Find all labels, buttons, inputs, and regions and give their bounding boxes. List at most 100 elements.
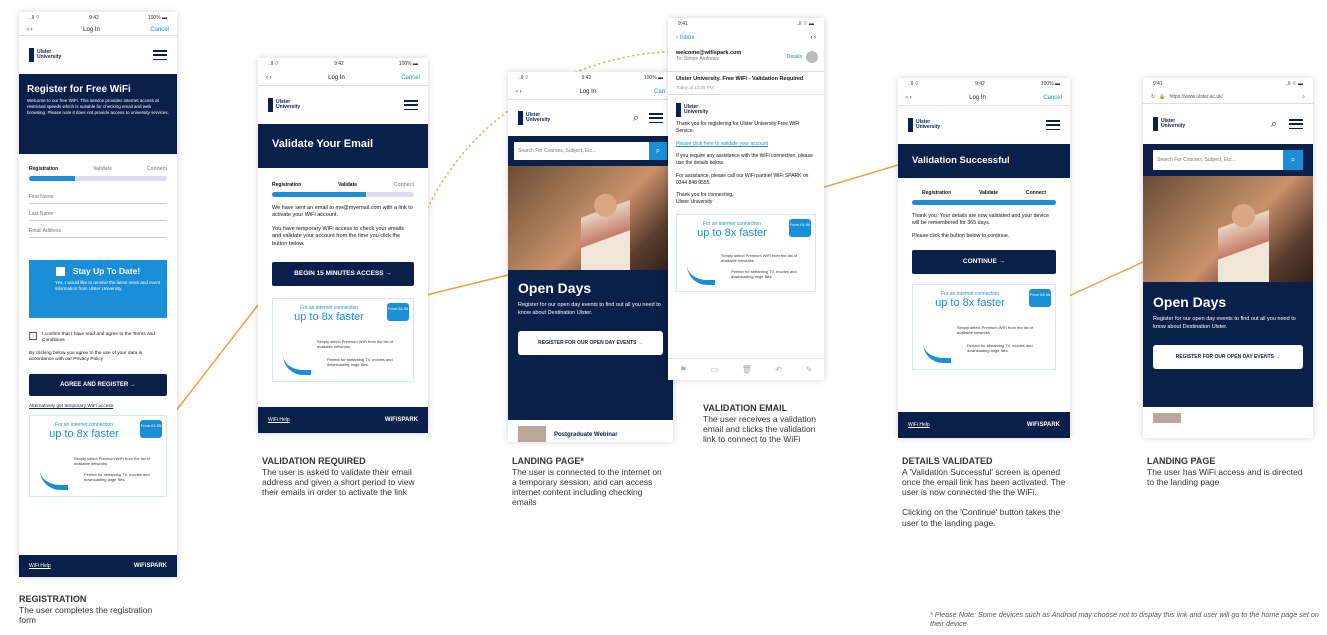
- tab-connect: Connect: [146, 166, 167, 172]
- ulster-logo[interactable]: Ulster University: [1153, 117, 1191, 131]
- search-icon[interactable]: ⌕: [1271, 118, 1277, 131]
- search-icon[interactable]: ⌕: [633, 112, 639, 125]
- premium-wifi-ad[interactable]: For an internet connection up to 8x fast…: [29, 414, 167, 497]
- cancel-button[interactable]: Cancel: [150, 27, 169, 33]
- reload-icon[interactable]: ↻: [1151, 94, 1155, 100]
- menu-icon[interactable]: [404, 100, 418, 110]
- inbox-back-button[interactable]: ‹ Inbox: [676, 35, 694, 41]
- flag-icon[interactable]: ⚑: [680, 365, 687, 374]
- caption-validation-email: VALIDATION EMAIL The user receives a val…: [703, 403, 816, 445]
- email-subject-block: Ulster University. Free WiFi - Validatio…: [668, 72, 824, 96]
- cancel-button[interactable]: Cancel: [401, 75, 420, 81]
- search-icon[interactable]: ⌕: [649, 142, 667, 160]
- search-icon[interactable]: ⌕: [1283, 150, 1303, 170]
- price-badge: From £4.95: [140, 419, 162, 438]
- search-input[interactable]: Search For Courses, Subject, Etc...: [514, 142, 649, 160]
- caption-registration: REGISTRATION The user completes the regi…: [19, 594, 153, 625]
- status-bar: ..ll ⌔ 9:42 100% ▬: [19, 12, 177, 24]
- email-date: Today at 12:05 PM: [676, 85, 714, 91]
- ulster-logo[interactable]: Ulster University: [908, 118, 946, 132]
- search-input[interactable]: Search For Courses, Subject, Etc...: [1153, 150, 1283, 170]
- page-title: Validation Successful: [912, 155, 1010, 166]
- menu-icon[interactable]: [649, 113, 663, 123]
- wifispark-logo: WiFiSPARK: [384, 417, 418, 423]
- wifi-help-link[interactable]: WiFi Help: [268, 417, 290, 423]
- status-bar: ..ll ⌔ 9:42 100% ▬: [908, 81, 1060, 87]
- continue-button[interactable]: CONTINUE →: [912, 250, 1056, 275]
- webinar-card[interactable]: Postgraduate Webinar: [508, 420, 673, 442]
- open-days-title: Open Days: [1153, 294, 1227, 310]
- terms-checkbox[interactable]: [29, 332, 37, 340]
- register-open-day-button[interactable]: REGISTER FOR OUR OPEN DAY EVENTS →: [1153, 345, 1303, 370]
- open-days-panel: Open Days Register for our open day even…: [508, 270, 673, 420]
- open-days-text: Register for our open day events to find…: [1153, 316, 1296, 330]
- nav-title: Log In: [579, 88, 597, 95]
- begin-access-button[interactable]: BEGIN 15 MINUTES ACCESS →: [272, 262, 414, 287]
- menu-icon[interactable]: [153, 50, 167, 60]
- price-badge: From £4.95: [387, 303, 409, 322]
- page-title: Register for Free WiFi: [27, 84, 131, 95]
- menu-icon[interactable]: [1046, 120, 1060, 130]
- url-text[interactable]: https://www.ulster.ac.uk/: [1169, 94, 1223, 100]
- compose-icon[interactable]: ✎: [805, 365, 812, 374]
- nav-title: Log In: [83, 26, 100, 33]
- browser-navbar: ‹ › Log In Cancel: [258, 70, 428, 86]
- nav-arrows[interactable]: ‹ ›: [266, 75, 272, 81]
- course-search[interactable]: Search For Courses, Subject, Etc... ⌕: [514, 142, 667, 160]
- register-open-day-button[interactable]: REGISTER FOR OUR OPEN DAY EVENTS →: [518, 331, 663, 356]
- open-days-title: Open Days: [518, 280, 592, 296]
- site-header: Ulster University ⌕: [1143, 104, 1313, 144]
- content-card[interactable]: [1143, 407, 1313, 429]
- premium-wifi-ad[interactable]: For an internet connection up to 8x fast…: [676, 213, 816, 292]
- wifi-help-link[interactable]: WiFi Help: [908, 422, 930, 428]
- promo-description: Yes, I would like to receive the latest …: [55, 280, 161, 291]
- wifi-help-link[interactable]: WiFi Help: [29, 563, 51, 569]
- newsletter-checkbox[interactable]: [55, 266, 65, 276]
- wifi-swoosh-icon: [687, 265, 715, 285]
- ulster-logo[interactable]: Ulster University: [29, 48, 67, 62]
- step-tabs: Registration Validate Connect: [258, 182, 428, 188]
- privacy-text: By clicking below you agree to the use o…: [29, 350, 143, 363]
- cancel-button[interactable]: Can: [654, 89, 665, 95]
- premium-wifi-ad[interactable]: For an internet connection up to 8x fast…: [272, 298, 414, 383]
- email-sender: welcome@wifispark.com To: Simon Andrews …: [668, 46, 824, 72]
- status-bar: 9:41 ..ll ⌔ ▬: [678, 21, 814, 27]
- agree-register-button[interactable]: AGREE AND REGISTER →: [29, 373, 167, 396]
- lock-icon: 🔒: [1159, 93, 1166, 100]
- tab-validate: Validate: [93, 166, 113, 172]
- newsletter-promo[interactable]: Stay Up To Date! Yes, I would like to re…: [29, 260, 167, 318]
- ulster-logo[interactable]: Ulster University: [268, 98, 306, 112]
- email-field[interactable]: Email Address: [29, 221, 167, 238]
- signal-icon: ..ll ⌔: [29, 15, 41, 21]
- last-name-field[interactable]: Last Name: [29, 204, 167, 221]
- site-footer: WiFi Help WiFiSPARK: [258, 407, 428, 433]
- tab-connect: Connect: [1025, 190, 1046, 196]
- nav-arrows[interactable]: ‹ ›: [906, 95, 912, 101]
- details-link[interactable]: Details: [787, 54, 802, 60]
- menu-icon[interactable]: [1289, 119, 1303, 129]
- search-icon[interactable]: ⌕: [1302, 94, 1305, 100]
- nav-title: Log In: [969, 94, 986, 101]
- webinar-title: Postgraduate Webinar: [554, 432, 618, 438]
- premium-wifi-ad[interactable]: For an internet connection up to 8x fast…: [912, 284, 1056, 371]
- reply-icon[interactable]: ↶: [775, 365, 782, 374]
- first-name-field[interactable]: First Name: [29, 187, 167, 204]
- temporary-access-text: You have temporary WiFi access to check …: [272, 225, 404, 247]
- nav-arrows[interactable]: ‹ ›: [27, 27, 33, 33]
- course-search[interactable]: Search For Courses, Subject, Etc... ⌕: [1153, 150, 1303, 170]
- folder-icon[interactable]: ▭: [710, 365, 718, 374]
- validate-account-link[interactable]: Please click here to validate your accou…: [676, 141, 816, 148]
- site-header: Ulster University: [898, 106, 1070, 144]
- footnote: * Please Note: Some devices such as Andr…: [930, 610, 1319, 628]
- address-bar[interactable]: ↻ 🔒 https://www.ulster.ac.uk/ ⌕: [1143, 90, 1313, 104]
- cancel-button[interactable]: Cancel: [1043, 95, 1062, 101]
- temporary-access-link[interactable]: Alternatively get temporary WiFi access: [29, 404, 167, 409]
- battery-icon: 100% ▬: [398, 61, 418, 67]
- message-nav-arrows[interactable]: ‹ ›: [810, 35, 816, 41]
- status-bar: ..ll ⌔ 9:42 100% ▬: [518, 75, 663, 81]
- ulster-logo[interactable]: Ulster University: [518, 111, 556, 125]
- trash-icon[interactable]: 🗑: [742, 365, 752, 374]
- nav-arrows[interactable]: ‹ ›: [516, 89, 522, 95]
- price-badge: From £4.95: [789, 218, 811, 237]
- tab-registration: Registration: [29, 166, 59, 172]
